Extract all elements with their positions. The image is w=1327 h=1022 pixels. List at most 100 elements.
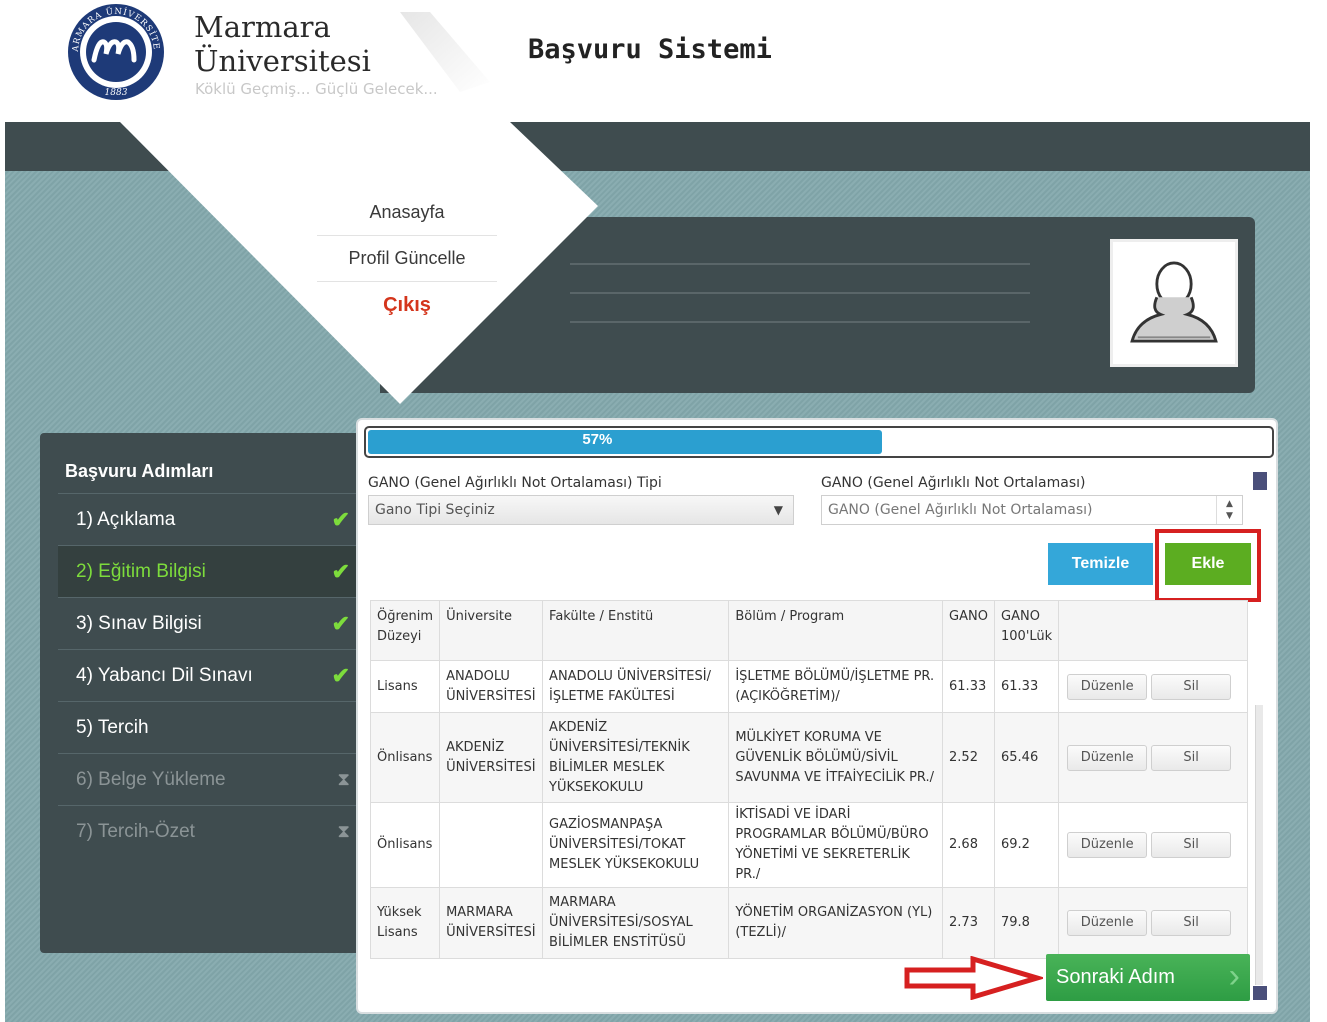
step-label: 5) Tercih bbox=[76, 717, 149, 738]
seal-year: 1883 bbox=[105, 88, 128, 98]
step-label: 4) Yabancı Dil Sınavı bbox=[76, 665, 253, 686]
delete-button[interactable]: Sil bbox=[1151, 832, 1232, 858]
scrollbar-track[interactable] bbox=[1255, 705, 1263, 985]
cell-actions: Düzenle Sil bbox=[1058, 660, 1248, 713]
gano-type-selected: Gano Tipi Seçiniz bbox=[375, 502, 495, 518]
cell-program: İŞLETME BÖLÜMÜ/İŞLETME PR. (AÇIKÖĞRETİM)… bbox=[728, 660, 944, 713]
education-form-panel: 57% GANO (Genel Ağırlıklı Not Ortalaması… bbox=[356, 418, 1278, 1014]
cell-gano: 2.52 bbox=[942, 712, 995, 803]
step-label: 1) Açıklama bbox=[76, 509, 176, 530]
cell-faculty: ANADOLU ÜNİVERSİTESİ/ İŞLETME FAKÜLTESİ bbox=[542, 660, 730, 713]
menu-item-profile[interactable]: Profil Güncelle bbox=[317, 236, 497, 282]
check-icon: ✔ bbox=[331, 507, 350, 532]
delete-button[interactable]: Sil bbox=[1151, 673, 1232, 700]
cell-gano-100: 65.46 bbox=[993, 712, 1060, 803]
check-icon: ✔ bbox=[331, 611, 350, 636]
scrollbar-down-button[interactable] bbox=[1253, 986, 1267, 1000]
check-icon: ✔ bbox=[331, 559, 350, 584]
gano-type-select[interactable]: Gano Tipi Seçiniz ▼ bbox=[368, 495, 794, 525]
table-row: Lisans ANADOLU ÜNİVERSİTESİ ANADOLU ÜNİV… bbox=[369, 660, 1248, 713]
table-row: Yüksek Lisans MARMARA ÜNİVERSİTESİ MARMA… bbox=[369, 887, 1248, 959]
add-button[interactable]: Ekle bbox=[1165, 543, 1251, 585]
cell-gano-100: 79.8 bbox=[993, 887, 1060, 959]
step-label: 6) Belge Yükleme bbox=[76, 769, 226, 790]
scrollbar-up-button[interactable] bbox=[1253, 472, 1267, 490]
university-seal-logo[interactable]: 1883 MARMARA ÜNİVERSİTESİ bbox=[64, 2, 168, 102]
gano-input[interactable]: GANO (Genel Ağırlıklı Not Ortalaması) ▲ ▼ bbox=[821, 495, 1243, 525]
cell-actions: Düzenle Sil bbox=[1058, 887, 1248, 959]
spinner-arrows-icon[interactable]: ▲ ▼ bbox=[1216, 496, 1242, 524]
user-silhouette-icon bbox=[1130, 261, 1218, 343]
gano-placeholder: GANO (Genel Ağırlıklı Not Ortalaması) bbox=[828, 502, 1093, 518]
education-table: Öğrenim Düzeyi Üniversite Fakülte / Enst… bbox=[369, 600, 1248, 959]
profile-field-line bbox=[570, 292, 1030, 294]
step-description[interactable]: 1) Açıklama ✔ bbox=[58, 493, 360, 545]
edit-button[interactable]: Düzenle bbox=[1067, 744, 1148, 771]
gano-label: GANO (Genel Ağırlıklı Not Ortalaması) bbox=[821, 475, 1086, 491]
chevron-down-icon: ▼ bbox=[773, 503, 783, 517]
page-header: 1883 MARMARA ÜNİVERSİTESİ Marmara Üniver… bbox=[0, 0, 1327, 122]
column-header: Üniversite bbox=[439, 600, 544, 661]
step-label: 7) Tercih-Özet bbox=[76, 821, 195, 842]
progress-bar: 57% bbox=[364, 426, 1274, 458]
gano-type-label: GANO (Genel Ağırlıklı Not Ortalaması) Ti… bbox=[368, 475, 662, 491]
hourglass-icon: ⧗ bbox=[337, 769, 350, 789]
menu-item-logout[interactable]: Çıkış bbox=[317, 282, 497, 329]
step-education[interactable]: 2) Eğitim Bilgisi ✔ bbox=[58, 545, 360, 597]
cell-university bbox=[439, 802, 544, 888]
hourglass-icon: ⧗ bbox=[337, 821, 350, 841]
brand-name[interactable]: Marmara Üniversitesi bbox=[194, 10, 371, 78]
cell-program: İKTİSADİ VE İDARİ PROGRAMLAR BÖLÜMÜ/BÜRO… bbox=[728, 802, 944, 888]
top-band bbox=[5, 122, 1310, 171]
column-header: Fakülte / Enstitü bbox=[542, 600, 730, 661]
cell-gano: 2.73 bbox=[942, 887, 995, 959]
step-language-exam[interactable]: 4) Yabancı Dil Sınavı ✔ bbox=[58, 649, 360, 701]
chevron-right-icon: › bbox=[1228, 957, 1240, 995]
delete-button[interactable]: Sil bbox=[1151, 910, 1232, 936]
next-step-button[interactable]: Sonraki Adım › bbox=[1046, 954, 1250, 1001]
delete-button[interactable]: Sil bbox=[1151, 744, 1232, 771]
avatar[interactable] bbox=[1110, 239, 1238, 367]
table-row: Önlisans GAZİOSMANPAŞA ÜNİVERSİTESİ/TOKA… bbox=[369, 802, 1248, 888]
column-header bbox=[1058, 600, 1248, 661]
steps-list: 1) Açıklama ✔ 2) Eğitim Bilgisi ✔ 3) Sınav… bbox=[58, 493, 360, 857]
main-stage: Anasayfa Profil Güncelle Çıkış Başvuru A… bbox=[5, 122, 1310, 1022]
step-preference[interactable]: 5) Tercih bbox=[58, 701, 360, 753]
profile-field-line bbox=[570, 321, 1030, 323]
next-step-label: Sonraki Adım bbox=[1056, 966, 1175, 988]
system-title: Başvuru Sistemi bbox=[528, 34, 772, 65]
cell-program: MÜLKİYET KORUMA VE GÜVENLİK BÖLÜMÜ/SİVİL… bbox=[728, 712, 944, 803]
cell-program: YÖNETİM ORGANİZASYON (YL) (TEZLİ)/ bbox=[728, 887, 944, 959]
cell-faculty: MARMARA ÜNİVERSİTESİ/SOSYAL BİLİMLER ENS… bbox=[542, 887, 730, 959]
pointer-arrow-icon bbox=[904, 956, 1043, 1000]
main-menu: Anasayfa Profil Güncelle Çıkış bbox=[317, 190, 497, 329]
edit-button[interactable]: Düzenle bbox=[1067, 910, 1148, 936]
table-row: Önlisans AKDENİZ ÜNİVERSİTESİ AKDENİZ ÜN… bbox=[369, 712, 1248, 803]
step-document-upload: 6) Belge Yükleme ⧗ bbox=[58, 753, 360, 805]
cell-university: AKDENİZ ÜNİVERSİTESİ bbox=[439, 712, 544, 803]
column-header: Öğrenim Düzeyi bbox=[369, 600, 441, 661]
edit-button[interactable]: Düzenle bbox=[1067, 673, 1148, 700]
step-exam[interactable]: 3) Sınav Bilgisi ✔ bbox=[58, 597, 360, 649]
table-header-row: Öğrenim Düzeyi Üniversite Fakülte / Enst… bbox=[369, 600, 1248, 661]
menu-item-home[interactable]: Anasayfa bbox=[317, 190, 497, 236]
cell-actions: Düzenle Sil bbox=[1058, 712, 1248, 803]
column-header: Bölüm / Program bbox=[728, 600, 944, 661]
cell-faculty: GAZİOSMANPAŞA ÜNİVERSİTESİ/TOKAT MESLEK … bbox=[542, 802, 730, 888]
check-icon: ✔ bbox=[331, 663, 350, 688]
decorative-swoosh bbox=[400, 12, 490, 92]
steps-sidebar: Başvuru Adımları 1) Açıklama ✔ 2) Eğitim … bbox=[40, 433, 360, 953]
edit-button[interactable]: Düzenle bbox=[1067, 832, 1148, 858]
cell-faculty: AKDENİZ ÜNİVERSİTESİ/TEKNİK BİLİMLER MES… bbox=[542, 712, 730, 803]
step-summary: 7) Tercih-Özet ⧗ bbox=[58, 805, 360, 857]
column-header: GANO 100'Lük bbox=[993, 600, 1060, 661]
clear-button[interactable]: Temizle bbox=[1048, 543, 1153, 585]
cell-actions: Düzenle Sil bbox=[1058, 802, 1248, 888]
step-label: 3) Sınav Bilgisi bbox=[76, 613, 202, 634]
cell-gano: 2.68 bbox=[942, 802, 995, 888]
column-header: GANO bbox=[942, 600, 995, 661]
cell-level: Lisans bbox=[369, 660, 441, 713]
cell-gano-100: 61.33 bbox=[993, 660, 1060, 713]
cell-gano: 61.33 bbox=[942, 660, 995, 713]
cell-level: Yüksek Lisans bbox=[369, 887, 441, 959]
